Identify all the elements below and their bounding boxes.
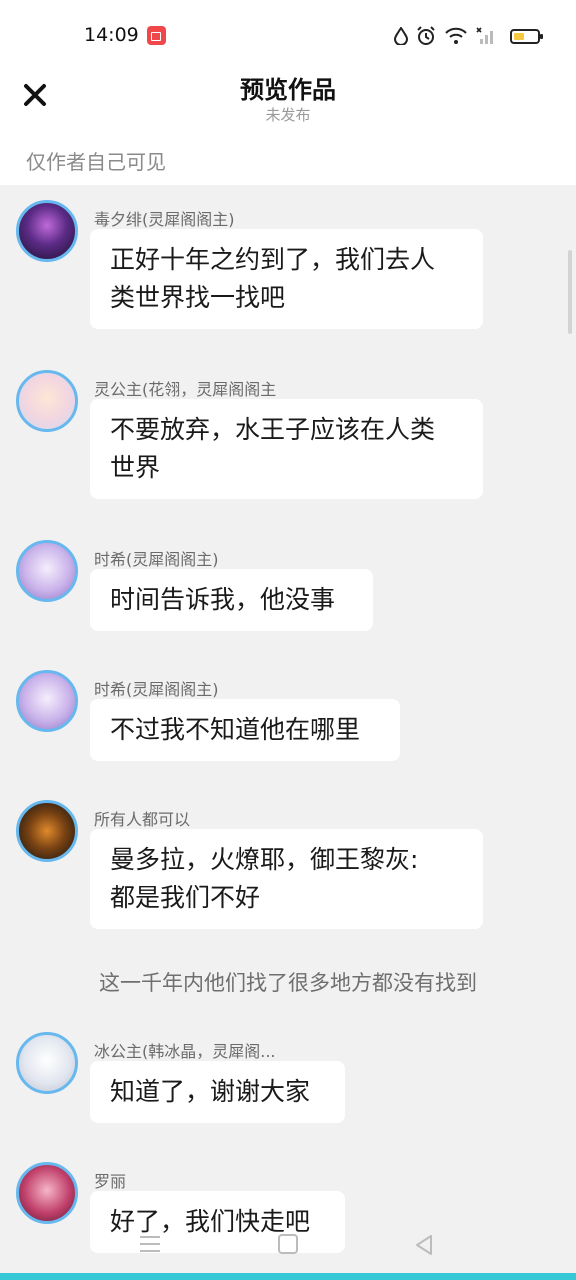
- back-icon[interactable]: [414, 1234, 434, 1256]
- menu-icon[interactable]: [140, 1236, 160, 1252]
- status-icons: [394, 24, 543, 48]
- scrollbar[interactable]: [568, 250, 572, 334]
- message-bubble[interactable]: 正好十年之约到了，我们去人 类世界找一找吧: [90, 229, 483, 329]
- avatar[interactable]: [16, 1032, 78, 1094]
- avatar[interactable]: [16, 200, 78, 262]
- message-line: 时间告诉我，他没事: [110, 585, 336, 614]
- message-bubble[interactable]: 知道了，谢谢大家: [90, 1061, 345, 1123]
- avatar[interactable]: [16, 540, 78, 602]
- avatar[interactable]: [16, 670, 78, 732]
- publish-status: 未发布: [265, 106, 311, 124]
- message-bubble[interactable]: 曼多拉，火燎耶，御王黎灰: 都是我们不好: [90, 829, 483, 929]
- page-title: 预览作品: [240, 76, 336, 104]
- header: 预览作品 未发布 仅作者自己可见: [0, 70, 576, 185]
- sender-name: 所有人都可以: [94, 810, 191, 829]
- message-line: 都是我们不好: [110, 883, 261, 912]
- status-bar: 14:09: [0, 0, 576, 70]
- bottom-accent-bar: [0, 1273, 576, 1280]
- message-bubble[interactable]: 不过我不知道他在哪里: [90, 699, 400, 761]
- status-time: 14:09: [84, 24, 139, 46]
- avatar[interactable]: [16, 800, 78, 862]
- message-line: 类世界找一找吧: [110, 283, 286, 312]
- system-nav-bar: [0, 1222, 576, 1280]
- narration-text: 这一千年内他们找了很多地方都没有找到: [99, 971, 477, 995]
- message-bubble[interactable]: 不要放弃，水王子应该在人类 世界: [90, 399, 483, 499]
- water-drop-icon: [394, 27, 408, 45]
- chat-list[interactable]: 毒夕绯(灵犀阁阁主) 正好十年之约到了，我们去人 类世界找一找吧 灵公主(花翎，…: [0, 185, 576, 1280]
- message-line: 世界: [110, 453, 161, 482]
- sender-name: 毒夕绯(灵犀阁阁主): [94, 210, 235, 229]
- message-line: 正好十年之约到了，我们去人: [110, 245, 436, 274]
- avatar[interactable]: [16, 370, 78, 432]
- message-line: 不过我不知道他在哪里: [110, 715, 361, 744]
- sender-name: 罗丽: [94, 1172, 127, 1191]
- message-bubble[interactable]: 时间告诉我，他没事: [90, 569, 373, 631]
- wifi-icon: [445, 27, 467, 44]
- screen-record-icon: [147, 26, 166, 45]
- no-signal-icon: [476, 27, 493, 44]
- sender-name: 灵公主(花翎，灵犀阁阁主: [94, 380, 277, 399]
- alarm-clock-icon: [417, 26, 435, 45]
- home-icon[interactable]: [278, 1234, 298, 1254]
- avatar[interactable]: [16, 1162, 78, 1224]
- sender-name: 冰公主(韩冰晶，灵犀阁...: [94, 1042, 276, 1061]
- message-line: 曼多拉，火燎耶，御王黎灰:: [110, 845, 419, 874]
- battery-icon: [510, 28, 543, 44]
- visibility-note: 仅作者自己可见: [26, 150, 166, 174]
- message-line: 不要放弃，水王子应该在人类: [110, 415, 436, 444]
- sender-name: 时希(灵犀阁阁主): [94, 550, 219, 569]
- sender-name: 时希(灵犀阁阁主): [94, 680, 219, 699]
- message-line: 知道了，谢谢大家: [110, 1077, 311, 1106]
